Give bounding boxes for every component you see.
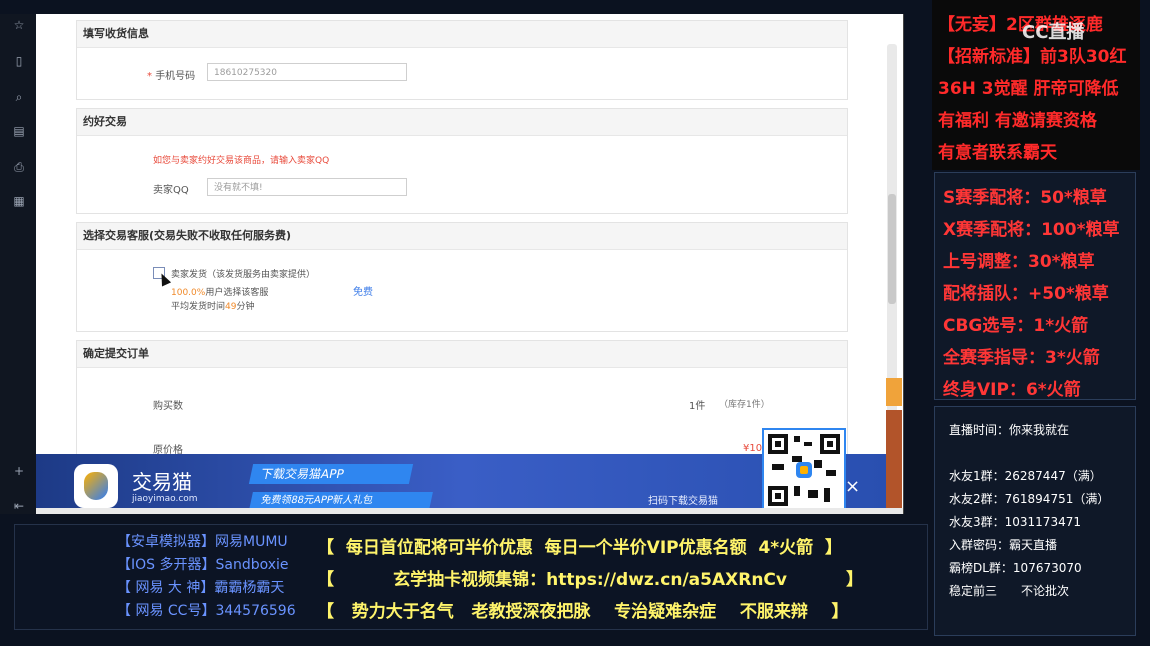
app-logo [74, 464, 118, 508]
stock-text: （库存1件） [719, 400, 770, 410]
info-line: 稳定前三 不论批次 [949, 584, 1070, 598]
price-line: 全赛季指导：3*火箭 [943, 348, 1100, 368]
info-line: 水友2群：761894751（满） [949, 492, 1110, 506]
announce-line: 36H 3觉醒 肝帝可降低 [938, 79, 1119, 99]
phone-label: * 手机号码 [147, 71, 196, 82]
scrollbar[interactable] [887, 44, 897, 424]
browser-status-bar [36, 508, 903, 514]
price-value: ¥10 [743, 443, 763, 454]
cc-live-logo: CC直播 [1022, 22, 1085, 43]
collapse-icon[interactable]: ⇤ [12, 499, 26, 513]
qr-code [762, 428, 846, 512]
bookmark-icon[interactable]: ▯ [12, 54, 26, 68]
deal-title: 约好交易 [77, 109, 847, 136]
confirm-title: 确定提交订单 [77, 341, 847, 368]
ad-domain: jiaoyimao.com [132, 494, 198, 504]
promo-line: 【 势力大于名气 老教授深夜把脉 专治疑难杂症 不服来辩 】 [317, 602, 849, 622]
contact-line: 【 网易 大 神】霸霸杨霸天 [117, 580, 285, 596]
search-icon[interactable]: ⌕ [12, 90, 26, 104]
contact-line: 【安卓模拟器】网易MUMU [117, 534, 288, 550]
contact-line: 【 网易 CC号】344576596 [117, 603, 296, 619]
note-icon[interactable]: ▦ [12, 194, 26, 208]
left-toolbar: ☆ ▯ ⌕ ▤ ⎙ ▦ + ⇤ [0, 14, 36, 514]
side-promo[interactable] [886, 378, 902, 406]
print-icon[interactable]: ⎙ [12, 160, 26, 174]
ad-banner[interactable]: 交易猫 jiaoyimao.com 下载交易猫APP 免费领88元APP新人礼包… [36, 454, 886, 514]
bottom-info: 【安卓模拟器】网易MUMU 【IOS 多开器】Sandboxie 【 网易 大 … [14, 524, 928, 630]
seller-qq-input[interactable]: 没有就不填! [207, 178, 407, 196]
mouse-cursor [156, 271, 172, 287]
promo-line: 【 每日首位配将可半价优惠 每日一个半价VIP优惠名额 4*火箭 】 [317, 538, 843, 558]
close-ad-button[interactable]: × [845, 476, 860, 497]
info-line: 入群密码：霸天直播 [949, 538, 1058, 552]
announce-line: 有福利 有邀请赛资格 [938, 111, 1097, 131]
contact-line: 【IOS 多开器】Sandboxie [117, 557, 289, 573]
service-option[interactable]: 卖家发货（该发货服务由卖家提供） [171, 267, 315, 280]
qty-value: 1件 [689, 401, 706, 412]
info-line: 霸榜DL群：107673070 [949, 561, 1082, 575]
deal-hint: 如您与卖家约好交易该商品，请输入卖家QQ [153, 156, 330, 166]
scan-text: 扫码下载交易猫 [648, 496, 718, 507]
price-line: 终身VIP：6*火箭 [943, 380, 1081, 400]
service-title: 选择交易客服(交易失败不收取任何服务费) [77, 223, 847, 250]
announce-line: 【招新标准】前3队30红 [938, 47, 1127, 67]
deal-panel: 约好交易 如您与卖家约好交易该商品，请输入卖家QQ 卖家QQ 没有就不填! [76, 108, 848, 214]
phone-input[interactable]: 18610275320 [207, 63, 407, 81]
service-panel: 选择交易客服(交易失败不收取任何服务费) 卖家发货（该发货服务由卖家提供） 10… [76, 222, 848, 332]
service-fee: 免费 [353, 287, 373, 298]
download-tag[interactable]: 下载交易猫APP [248, 464, 414, 484]
info-line: 直播时间：你来我就在 [949, 423, 1070, 437]
shipping-title: 填写收货信息 [77, 21, 847, 48]
price-list: S赛季配将：50*粮草 X赛季配将：100*粮草 上号调整：30*粮草 配将插队… [934, 172, 1136, 400]
price-line: 上号调整：30*粮草 [943, 252, 1095, 272]
ad-brand: 交易猫 [132, 470, 192, 494]
price-line: 配将插队：+50*粮草 [943, 284, 1109, 304]
price-line: CBG选号：1*火箭 [943, 316, 1089, 336]
info-line: 水友1群：26287447（满） [949, 469, 1102, 483]
document-icon[interactable]: ▤ [12, 124, 26, 138]
info-line: 水友3群：1031173471 [949, 515, 1081, 529]
qty-label: 购买数 [153, 401, 183, 412]
shipping-panel: 填写收货信息 * 手机号码 18610275320 [76, 20, 848, 100]
price-line: S赛季配将：50*粮草 [943, 188, 1107, 208]
price-line: X赛季配将：100*粮草 [943, 220, 1120, 240]
plus-icon[interactable]: + [12, 464, 26, 478]
service-rate-line: 100.0%用户选择该客服 [171, 288, 269, 298]
star-icon[interactable]: ☆ [12, 18, 26, 32]
group-info: 直播时间：你来我就在 水友1群：26287447（满） 水友2群：7618947… [934, 406, 1136, 636]
scrollbar-thumb[interactable] [888, 194, 896, 304]
service-time-line: 平均发货时间49分钟 [171, 302, 255, 312]
side-promo-image[interactable] [886, 410, 902, 514]
promo-line: 【 玄学抽卡视频集锦：https://dwz.cn/a5AXRnCv 】 [317, 570, 864, 590]
seller-qq-label: 卖家QQ [153, 185, 189, 196]
announce-line: 有意者联系霸天 [938, 143, 1057, 163]
